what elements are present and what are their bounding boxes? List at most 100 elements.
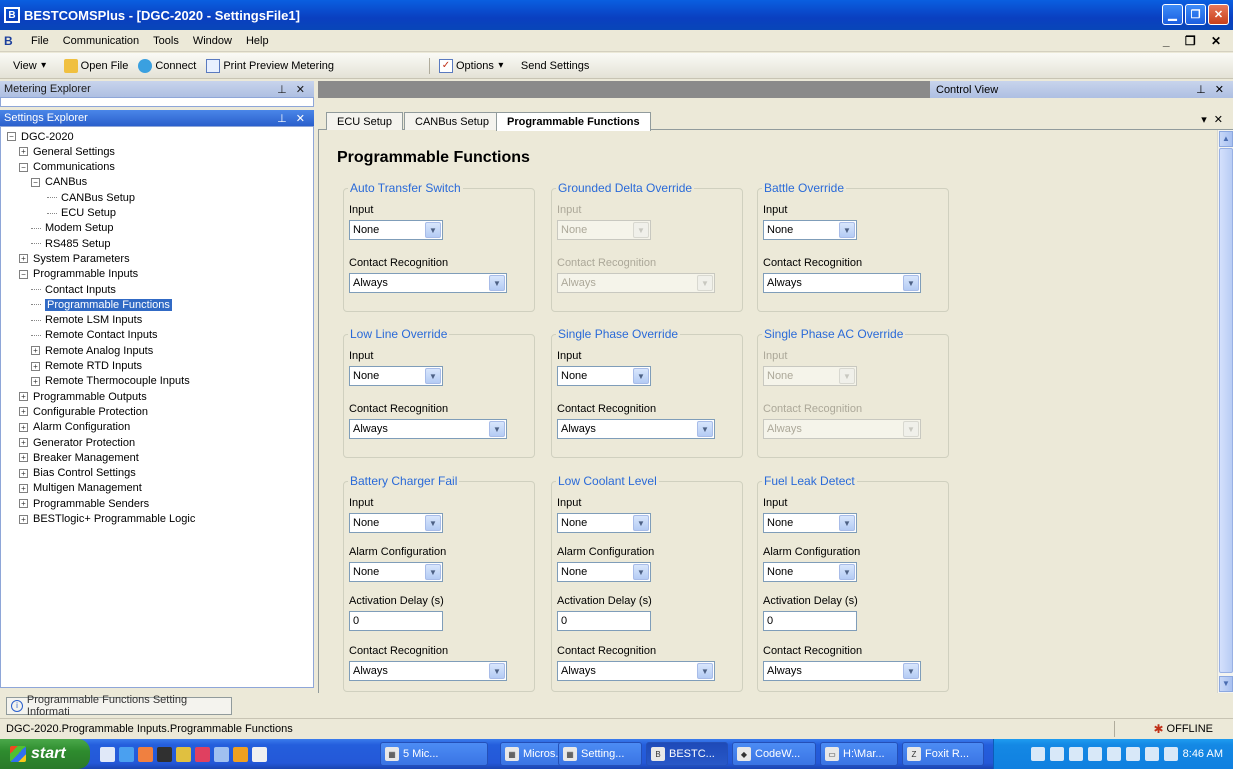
tree-item[interactable]: − Communications <box>19 160 115 175</box>
chevron-down-icon[interactable]: ▼ <box>697 663 713 679</box>
contact-recognition-select[interactable]: Always ▼ <box>349 273 507 293</box>
chevron-down-icon[interactable]: ▼ <box>903 275 919 291</box>
tree-item[interactable]: + Remote Thermocouple Inputs <box>31 374 190 389</box>
quicklaunch-icon[interactable] <box>233 746 248 762</box>
tree-item[interactable]: + BESTlogic+ Programmable Logic <box>19 512 195 527</box>
open-file-button[interactable]: Open File <box>59 58 134 73</box>
alarm-configuration-select[interactable]: None ▼ <box>557 562 651 582</box>
taskbar-item[interactable]: B BESTC... <box>646 742 728 766</box>
chevron-down-icon[interactable]: ▼ <box>425 515 441 531</box>
input-select[interactable]: None ▼ <box>763 366 857 386</box>
chevron-down-icon[interactable]: ▼ <box>697 275 713 291</box>
activation-delay-input[interactable]: 0 <box>763 611 857 631</box>
contact-recognition-select[interactable]: Always ▼ <box>557 273 715 293</box>
expand-icon[interactable]: + <box>19 483 28 493</box>
scroll-thumb[interactable] <box>1219 148 1233 673</box>
tray-icon[interactable] <box>1068 747 1083 761</box>
tree-item[interactable]: + Remote Analog Inputs <box>31 343 153 358</box>
tree-item[interactable]: Programmable Functions <box>31 297 172 312</box>
tree-item[interactable]: + Generator Protection <box>19 435 135 450</box>
tab-close-controls[interactable]: ▾ ✕ <box>1201 113 1225 126</box>
view-button[interactable]: View ▾ <box>8 59 59 73</box>
chevron-down-icon[interactable]: ▼ <box>633 515 649 531</box>
tree-item[interactable]: + System Parameters <box>19 251 130 266</box>
quicklaunch-icon[interactable] <box>100 746 115 762</box>
activation-delay-input[interactable]: 0 <box>349 611 443 631</box>
tree-item[interactable]: Remote LSM Inputs <box>31 313 142 328</box>
ie-icon[interactable] <box>119 746 134 762</box>
tree-item[interactable]: CANBus Setup <box>47 190 135 205</box>
chevron-down-icon[interactable]: ▼ <box>903 421 919 437</box>
menu-communication[interactable]: Communication <box>56 35 146 47</box>
menu-file[interactable]: File <box>24 35 56 47</box>
input-select[interactable]: None ▼ <box>349 366 443 386</box>
menu-help[interactable]: Help <box>239 35 276 47</box>
quicklaunch-icon[interactable] <box>138 746 153 762</box>
tray-icon[interactable] <box>1049 747 1064 761</box>
tree-item[interactable]: ECU Setup <box>47 206 116 221</box>
menu-tools[interactable]: Tools <box>146 35 186 47</box>
chevron-down-icon[interactable]: ▼ <box>633 368 649 384</box>
tree-item[interactable]: + Programmable Outputs <box>19 389 147 404</box>
chevron-down-icon[interactable]: ▼ <box>839 222 855 238</box>
expand-icon[interactable]: + <box>19 422 28 432</box>
chevron-down-icon[interactable]: ▼ <box>425 564 441 580</box>
tree-item[interactable]: + General Settings <box>19 144 115 159</box>
collapse-icon[interactable]: − <box>19 269 28 279</box>
input-select[interactable]: None ▼ <box>557 513 651 533</box>
start-button[interactable]: start <box>0 739 90 769</box>
expand-icon[interactable]: + <box>19 499 28 509</box>
chevron-down-icon[interactable]: ▼ <box>633 222 649 238</box>
quicklaunch-icon[interactable] <box>157 746 172 762</box>
collapse-icon[interactable]: − <box>7 132 16 141</box>
expand-icon[interactable]: + <box>31 346 40 356</box>
tab-canbus-setup[interactable]: CANBus Setup <box>404 112 500 130</box>
scroll-up-icon[interactable]: ▲ <box>1219 131 1233 147</box>
expand-icon[interactable]: + <box>31 376 40 386</box>
expand-icon[interactable]: + <box>31 361 40 371</box>
scroll-down-icon[interactable]: ▼ <box>1219 676 1233 692</box>
tree-item[interactable]: + Remote RTD Inputs <box>31 359 142 374</box>
taskbar-item[interactable]: Z Foxit R... <box>902 742 984 766</box>
chevron-down-icon[interactable]: ▼ <box>489 663 505 679</box>
tree-item[interactable]: Modem Setup <box>31 221 113 236</box>
tree-item[interactable]: + Configurable Protection <box>19 404 148 419</box>
print-preview-button[interactable]: Print Preview Metering <box>201 58 339 73</box>
chevron-down-icon[interactable]: ▼ <box>903 663 919 679</box>
tree-item[interactable]: − DGC-2020 <box>7 129 74 144</box>
metering-explorer-header[interactable]: Metering Explorer ⊥ ✕ <box>0 81 314 97</box>
tree-item[interactable]: RS485 Setup <box>31 236 110 251</box>
tray-icon[interactable] <box>1163 747 1178 761</box>
restore-button[interactable]: ❐ <box>1185 4 1206 25</box>
tab-programmable-functions[interactable]: Programmable Functions <box>496 112 651 131</box>
pin-icon[interactable]: ⊥ ✕ <box>277 83 308 96</box>
connect-button[interactable]: Connect <box>133 58 201 73</box>
input-select[interactable]: None ▼ <box>349 220 443 240</box>
expand-icon[interactable]: + <box>19 147 28 157</box>
taskbar-item[interactable]: ▭ H:\Mar... <box>820 742 898 766</box>
chevron-down-icon[interactable]: ▼ <box>633 564 649 580</box>
pin-icon[interactable]: ⊥ ✕ <box>1196 83 1227 96</box>
expand-icon[interactable]: + <box>19 254 28 264</box>
input-select[interactable]: None ▼ <box>557 366 651 386</box>
alarm-configuration-select[interactable]: None ▼ <box>763 562 857 582</box>
collapse-icon[interactable]: − <box>19 162 28 172</box>
tab-ecu-setup[interactable]: ECU Setup <box>326 112 404 130</box>
contact-recognition-select[interactable]: Always ▼ <box>557 661 715 681</box>
pin-icon[interactable]: ⊥ ✕ <box>277 112 308 125</box>
expand-icon[interactable]: + <box>19 407 28 417</box>
quicklaunch-icon[interactable] <box>214 746 229 762</box>
contact-recognition-select[interactable]: Always ▼ <box>763 419 921 439</box>
alarm-configuration-select[interactable]: None ▼ <box>349 562 443 582</box>
quicklaunch-icon[interactable] <box>176 746 191 762</box>
tree-item[interactable]: + Multigen Management <box>19 481 142 496</box>
mdi-window-controls[interactable]: _ ❐ ✕ <box>1163 34 1227 48</box>
chevron-down-icon[interactable]: ▼ <box>839 515 855 531</box>
expand-icon[interactable]: + <box>19 392 28 402</box>
tree-item[interactable]: + Alarm Configuration <box>19 420 130 435</box>
tray-icon[interactable] <box>1106 747 1121 761</box>
tray-icon[interactable] <box>1030 747 1045 761</box>
input-select[interactable]: None ▼ <box>349 513 443 533</box>
minimize-button[interactable]: ▁ <box>1162 4 1183 25</box>
vertical-scrollbar[interactable]: ▲ ▼ <box>1217 130 1233 693</box>
